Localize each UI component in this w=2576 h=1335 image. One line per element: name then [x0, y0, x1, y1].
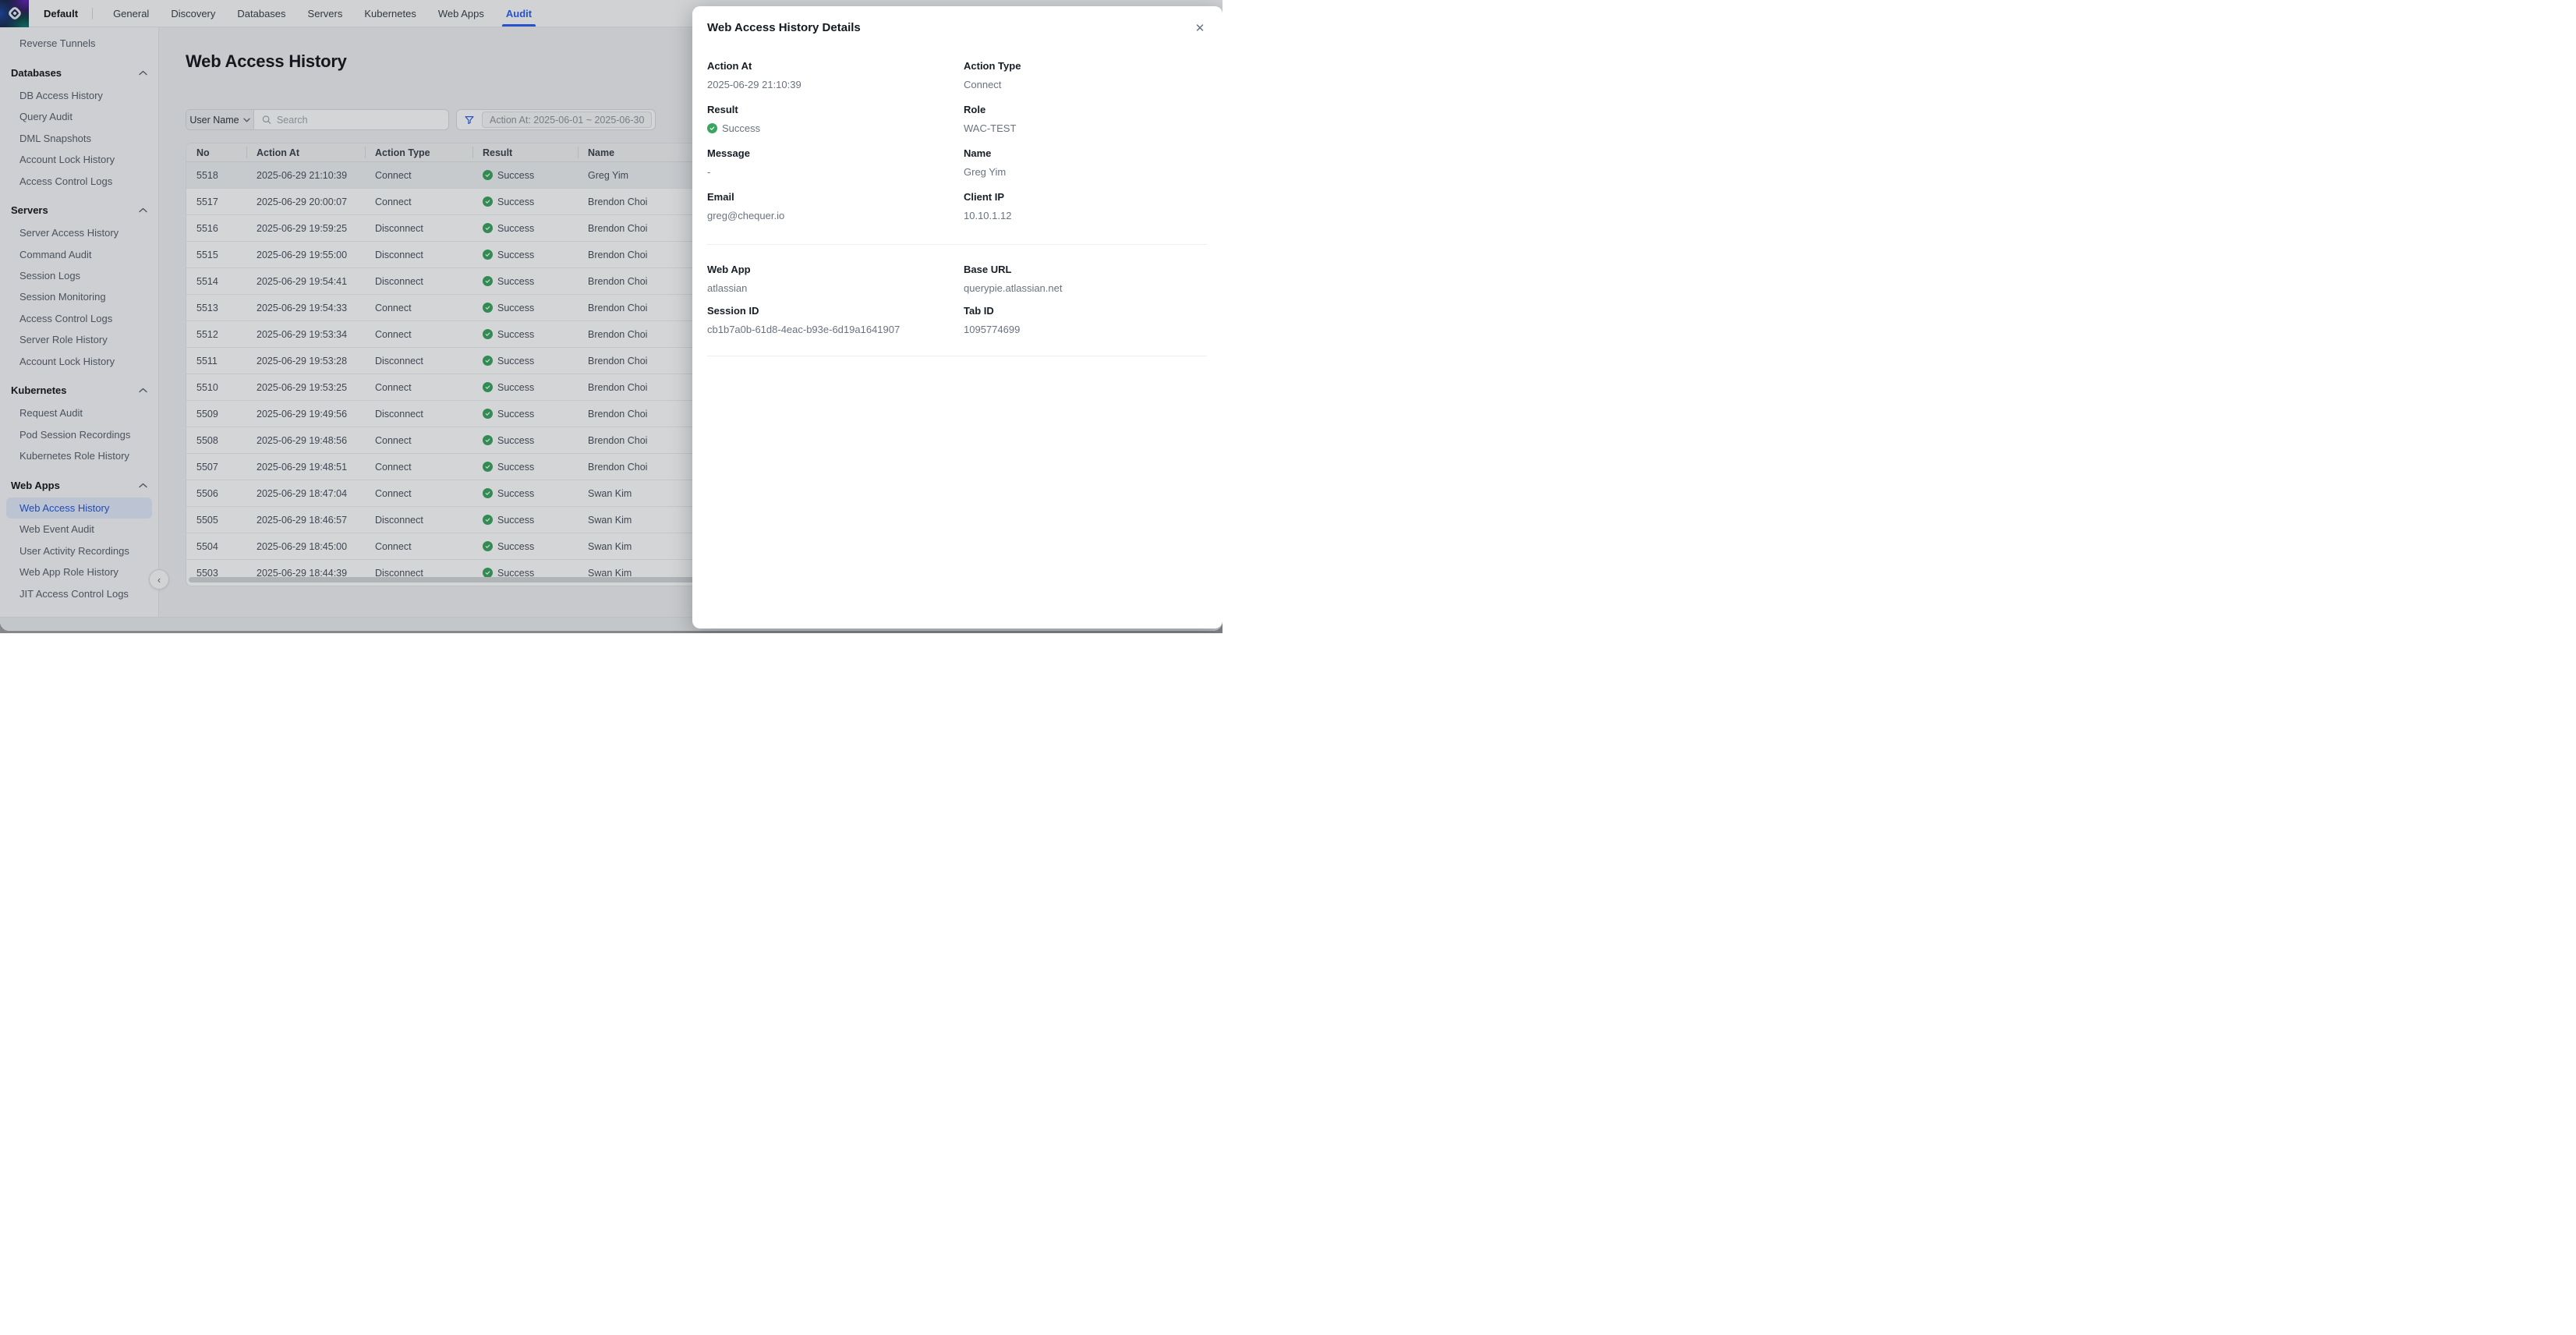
detail-field: Base URL querypie.atlassian.net [964, 264, 1207, 305]
detail-field-label: Tab ID [964, 305, 1207, 317]
detail-field-value-text: Connect [964, 78, 1001, 91]
drawer-divider [707, 244, 1207, 245]
screen: Default GeneralDiscoveryDatabasesServers… [0, 0, 1223, 633]
detail-field-value-text: 1095774699 [964, 323, 1020, 336]
detail-field: Action Type Connect [964, 60, 1207, 104]
detail-field-label: Base URL [964, 264, 1207, 276]
detail-field-value-text: Success [722, 122, 760, 135]
details-drawer: Web Access History Details ✕ Action At 2… [692, 6, 1223, 629]
detail-field-label: Name [964, 147, 1207, 160]
detail-field-value: 1095774699 [964, 323, 1207, 336]
detail-field-label: Action Type [964, 60, 1207, 73]
detail-field: Result Success [707, 104, 964, 147]
detail-field-value: 10.10.1.12 [964, 209, 1207, 222]
detail-field-label: Web App [707, 264, 964, 276]
detail-field-label: Session ID [707, 305, 964, 317]
detail-field-value-text: greg@chequer.io [707, 209, 784, 222]
success-check-icon [707, 123, 717, 133]
detail-field-label: Email [707, 191, 964, 204]
close-icon[interactable]: ✕ [1193, 21, 1207, 35]
detail-field-value: - [707, 165, 964, 179]
detail-field: Role WAC-TEST [964, 104, 1207, 147]
detail-field-label: Result [707, 104, 964, 116]
detail-field-value-text: atlassian [707, 282, 747, 295]
drawer-title: Web Access History Details [707, 19, 861, 37]
detail-field-value-text: 2025-06-29 21:10:39 [707, 78, 801, 91]
detail-field-value-text: WAC-TEST [964, 122, 1016, 135]
detail-field: Action At 2025-06-29 21:10:39 [707, 60, 964, 104]
detail-field: Web App atlassian [707, 264, 964, 305]
detail-field-value: Greg Yim [964, 165, 1207, 179]
detail-field-label: Role [964, 104, 1207, 116]
detail-field: Name Greg Yim [964, 147, 1207, 191]
detail-field: Session ID cb1b7a0b-61d8-4eac-b93e-6d19a… [707, 305, 964, 346]
detail-field-value: atlassian [707, 282, 964, 295]
drawer-fields-section-1: Action At 2025-06-29 21:10:39 Action Typ… [707, 60, 1207, 235]
drawer-fields-section-2: Web App atlassian Base URL querypie.atla… [707, 264, 1207, 346]
detail-field-value-text: 10.10.1.12 [964, 209, 1011, 222]
detail-field-value: cb1b7a0b-61d8-4eac-b93e-6d19a1641907 [707, 323, 964, 336]
detail-field: Client IP 10.10.1.12 [964, 191, 1207, 235]
detail-field-value: WAC-TEST [964, 122, 1207, 135]
detail-field-value-text: - [707, 165, 710, 179]
detail-field: Email greg@chequer.io [707, 191, 964, 235]
detail-field-value-text: querypie.atlassian.net [964, 282, 1062, 295]
detail-field: Tab ID 1095774699 [964, 305, 1207, 346]
detail-field-label: Action At [707, 60, 964, 73]
detail-field-value: Success [707, 122, 964, 135]
detail-field-value: 2025-06-29 21:10:39 [707, 78, 964, 91]
detail-field-value: greg@chequer.io [707, 209, 964, 222]
drawer-header: Web Access History Details ✕ [707, 19, 1207, 37]
detail-field-value-text: Greg Yim [964, 165, 1006, 179]
detail-field-label: Client IP [964, 191, 1207, 204]
detail-field-label: Message [707, 147, 964, 160]
detail-field-value: Connect [964, 78, 1207, 91]
detail-field-value: querypie.atlassian.net [964, 282, 1207, 295]
detail-field: Message - [707, 147, 964, 191]
detail-field-value-text: cb1b7a0b-61d8-4eac-b93e-6d19a1641907 [707, 323, 900, 336]
